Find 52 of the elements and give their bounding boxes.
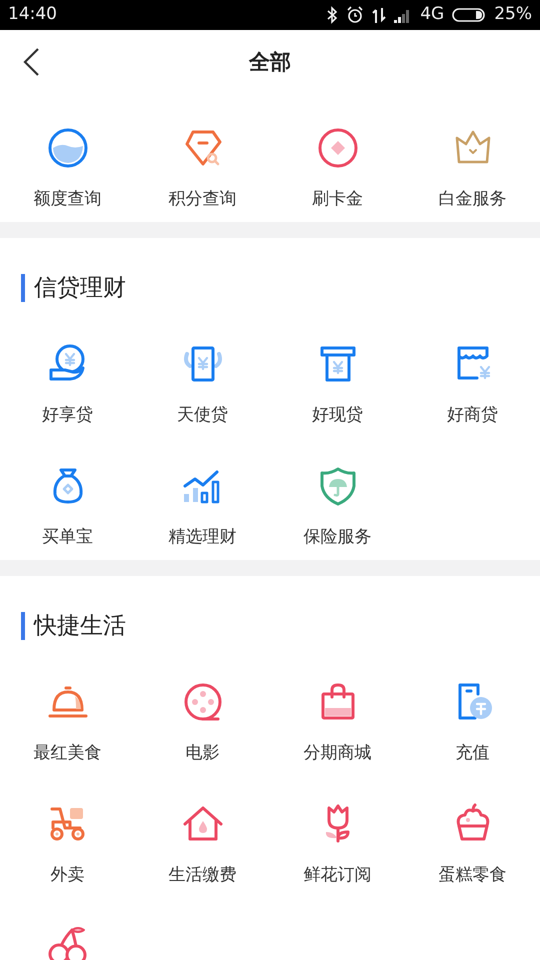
service-label: 蛋糕零食 xyxy=(438,864,506,886)
service-item[interactable]: 电影 xyxy=(135,680,270,764)
service-item[interactable]: 买单宝 xyxy=(0,464,135,548)
service-item[interactable]: 分期商城 xyxy=(270,680,405,764)
service-item[interactable]: 刷卡金 xyxy=(270,126,405,210)
service-label: 分期商城 xyxy=(304,742,372,764)
service-label: 电影 xyxy=(186,742,220,764)
service-label: 额度查询 xyxy=(34,188,102,210)
service-item[interactable]: 天使贷 xyxy=(135,342,270,426)
service-item[interactable]: 充值 xyxy=(405,680,540,764)
service-label: 精选理财 xyxy=(168,526,236,548)
service-label: 好现贷 xyxy=(312,404,363,426)
service-label: 外卖 xyxy=(50,864,84,886)
section-title: 快捷生活 xyxy=(21,612,540,640)
back-button[interactable] xyxy=(22,47,40,77)
bluetooth-icon xyxy=(326,6,338,24)
service-item[interactable]: 好现贷 xyxy=(270,342,405,426)
service-item[interactable]: 精选理财 xyxy=(135,464,270,548)
service-label: 积分查询 xyxy=(168,188,236,210)
service-item[interactable]: 好商贷 xyxy=(405,342,540,426)
service-item[interactable]: 积分查询 xyxy=(135,126,270,210)
alarm-icon xyxy=(346,6,364,24)
service-item[interactable]: 白金服务 xyxy=(405,126,540,210)
battery-percent: 25% xyxy=(494,3,532,26)
network-type: 4G xyxy=(420,3,444,26)
service-label: 好享贷 xyxy=(42,404,93,426)
service-item[interactable]: 蛋糕零食 xyxy=(405,802,540,886)
service-label: 白金服务 xyxy=(438,188,506,210)
section-title: 信贷理财 xyxy=(21,274,540,302)
service-label: 刷卡金 xyxy=(312,188,363,210)
battery-icon xyxy=(452,7,486,23)
page-title: 全部 xyxy=(249,48,291,76)
data-arrows-icon xyxy=(372,6,386,24)
service-item[interactable]: 鲜花订阅 xyxy=(270,802,405,886)
service-label: 保险服务 xyxy=(304,526,372,548)
service-item[interactable]: 外卖 xyxy=(0,802,135,886)
service-label: 充值 xyxy=(456,742,490,764)
cherry-icon xyxy=(46,924,90,960)
service-label: 最红美食 xyxy=(34,742,102,764)
service-label: 好商贷 xyxy=(447,404,498,426)
status-time: 14:40 xyxy=(8,3,57,26)
service-item[interactable]: 最红美食 xyxy=(0,680,135,764)
service-item[interactable]: 好享贷 xyxy=(0,342,135,426)
water-circle-icon xyxy=(46,126,90,170)
service-label: 生活缴费 xyxy=(168,864,236,886)
service-item[interactable]: 额度查询 xyxy=(0,126,135,210)
service-label: 买单宝 xyxy=(42,526,93,548)
service-label: 鲜花订阅 xyxy=(304,864,372,886)
coin-icon xyxy=(316,126,360,170)
service-item[interactable]: 生活缴费 xyxy=(135,802,270,886)
service-item[interactable]: 保险服务 xyxy=(270,464,405,548)
service-label: 天使贷 xyxy=(177,404,228,426)
